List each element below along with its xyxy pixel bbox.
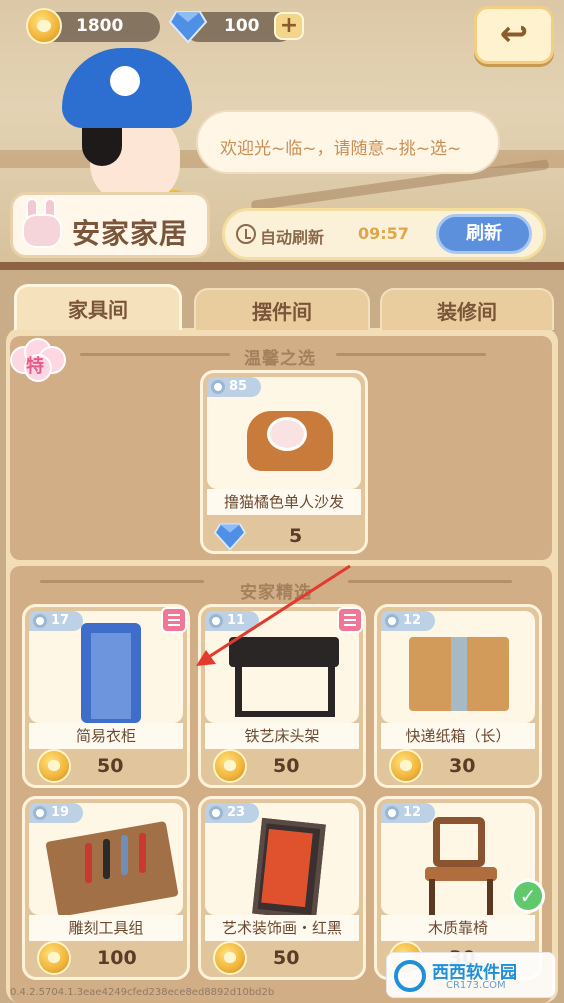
counter-edge [0, 262, 564, 270]
section-divider [348, 580, 512, 583]
clock-icon [236, 224, 256, 244]
painting-canvas [261, 828, 313, 908]
add-diamonds-button[interactable]: + [274, 12, 304, 40]
version-text: 0.4.2.5704.1.3eae4249cfed238ece8ed8892d1… [10, 987, 275, 998]
auto-refresh-label: 自动刷新 [260, 228, 325, 247]
item-price: 50 [97, 755, 124, 777]
item-name: 雕刻工具组 [29, 915, 183, 941]
paw-cushion [267, 417, 307, 451]
annotation-arrow [196, 564, 351, 666]
coin-icon [389, 749, 423, 783]
item-price: 5 [289, 525, 303, 547]
item-card[interactable]: 17 简易衣柜 50 [22, 604, 190, 788]
shopkeeper-character [50, 40, 200, 230]
item-price: 30 [449, 755, 476, 777]
tab-furniture[interactable]: 家具间 [14, 284, 182, 330]
coin-icon [37, 941, 71, 975]
coin-icon [26, 8, 62, 44]
coin-icon [213, 941, 247, 975]
flower-icon [33, 806, 47, 820]
item-name: 木质靠椅 [381, 915, 535, 941]
refresh-button[interactable]: 刷新 [436, 214, 532, 254]
item-name: 快递纸箱（长） [381, 723, 535, 749]
item-name: 撸猫橘色单人沙发 [207, 489, 361, 515]
back-button[interactable]: ↩ [474, 6, 554, 64]
tool-piece [103, 839, 110, 879]
item-name: 艺术装饰画・红黑 [205, 915, 359, 941]
tool-piece [121, 835, 128, 875]
back-arrow-icon: ↩ [499, 14, 529, 54]
headboard-frame [235, 667, 335, 717]
price-row: 50 [25, 749, 187, 785]
tool-piece [139, 833, 146, 873]
chair-legs [429, 879, 493, 915]
cap-bunny-badge [110, 66, 140, 96]
coin-icon [213, 749, 247, 783]
item-price: 50 [273, 947, 300, 969]
flower-icon [385, 614, 399, 628]
diamond-amount: 100 [224, 16, 260, 36]
greeting-text: 欢迎光~临~，请随意~挑~选~ [220, 139, 462, 159]
price-row: 50 [201, 749, 363, 785]
diamond-icon [168, 11, 208, 44]
owned-check-icon: ✓ [511, 879, 545, 913]
toolboard-image [45, 820, 179, 918]
tab-renovation[interactable]: 装修间 [380, 288, 554, 330]
item-card[interactable]: 19 雕刻工具组 100 [22, 796, 190, 980]
item-name: 铁艺床头架 [205, 723, 359, 749]
price-row: 5 [203, 519, 365, 555]
featured-item-card[interactable]: 85 撸猫橘色单人沙发 5 [200, 370, 368, 554]
flower-icon [211, 380, 225, 394]
item-card[interactable]: 12 快递纸箱（长） 30 [374, 604, 542, 788]
flower-icon [385, 806, 399, 820]
bunny-icon [18, 198, 66, 252]
box-tape [451, 637, 467, 711]
tab-decorations[interactable]: 摆件间 [194, 288, 370, 330]
section-divider [336, 353, 486, 356]
tool-piece [85, 843, 92, 883]
bunny-head [22, 214, 62, 248]
featured-title: 温馨之选 [244, 349, 316, 369]
wardrobe-door [91, 633, 131, 719]
refresh-timer: 09:57 [358, 224, 409, 243]
diamond-icon [213, 523, 247, 551]
flower-icon [209, 806, 223, 820]
price-row: 30 [377, 749, 539, 785]
item-card[interactable]: 23 艺术装饰画・红黑 50 [198, 796, 366, 980]
item-price: 50 [273, 755, 300, 777]
chair-back [433, 817, 485, 867]
watermark-logo-icon [394, 960, 426, 992]
special-label: 特 [26, 356, 44, 377]
recipe-book-icon[interactable] [161, 607, 187, 633]
section-divider [40, 580, 204, 583]
price-row: 100 [25, 941, 187, 977]
store-name: 安家家居 [72, 217, 189, 250]
price-row: 50 [201, 941, 363, 977]
item-name: 简易衣柜 [29, 723, 183, 749]
coin-amount: 1800 [76, 16, 124, 36]
section-divider [80, 353, 230, 356]
item-price: 100 [97, 947, 137, 969]
coin-icon [37, 749, 71, 783]
watermark-site: CR173.COM [446, 980, 506, 991]
flower-icon [33, 614, 47, 628]
